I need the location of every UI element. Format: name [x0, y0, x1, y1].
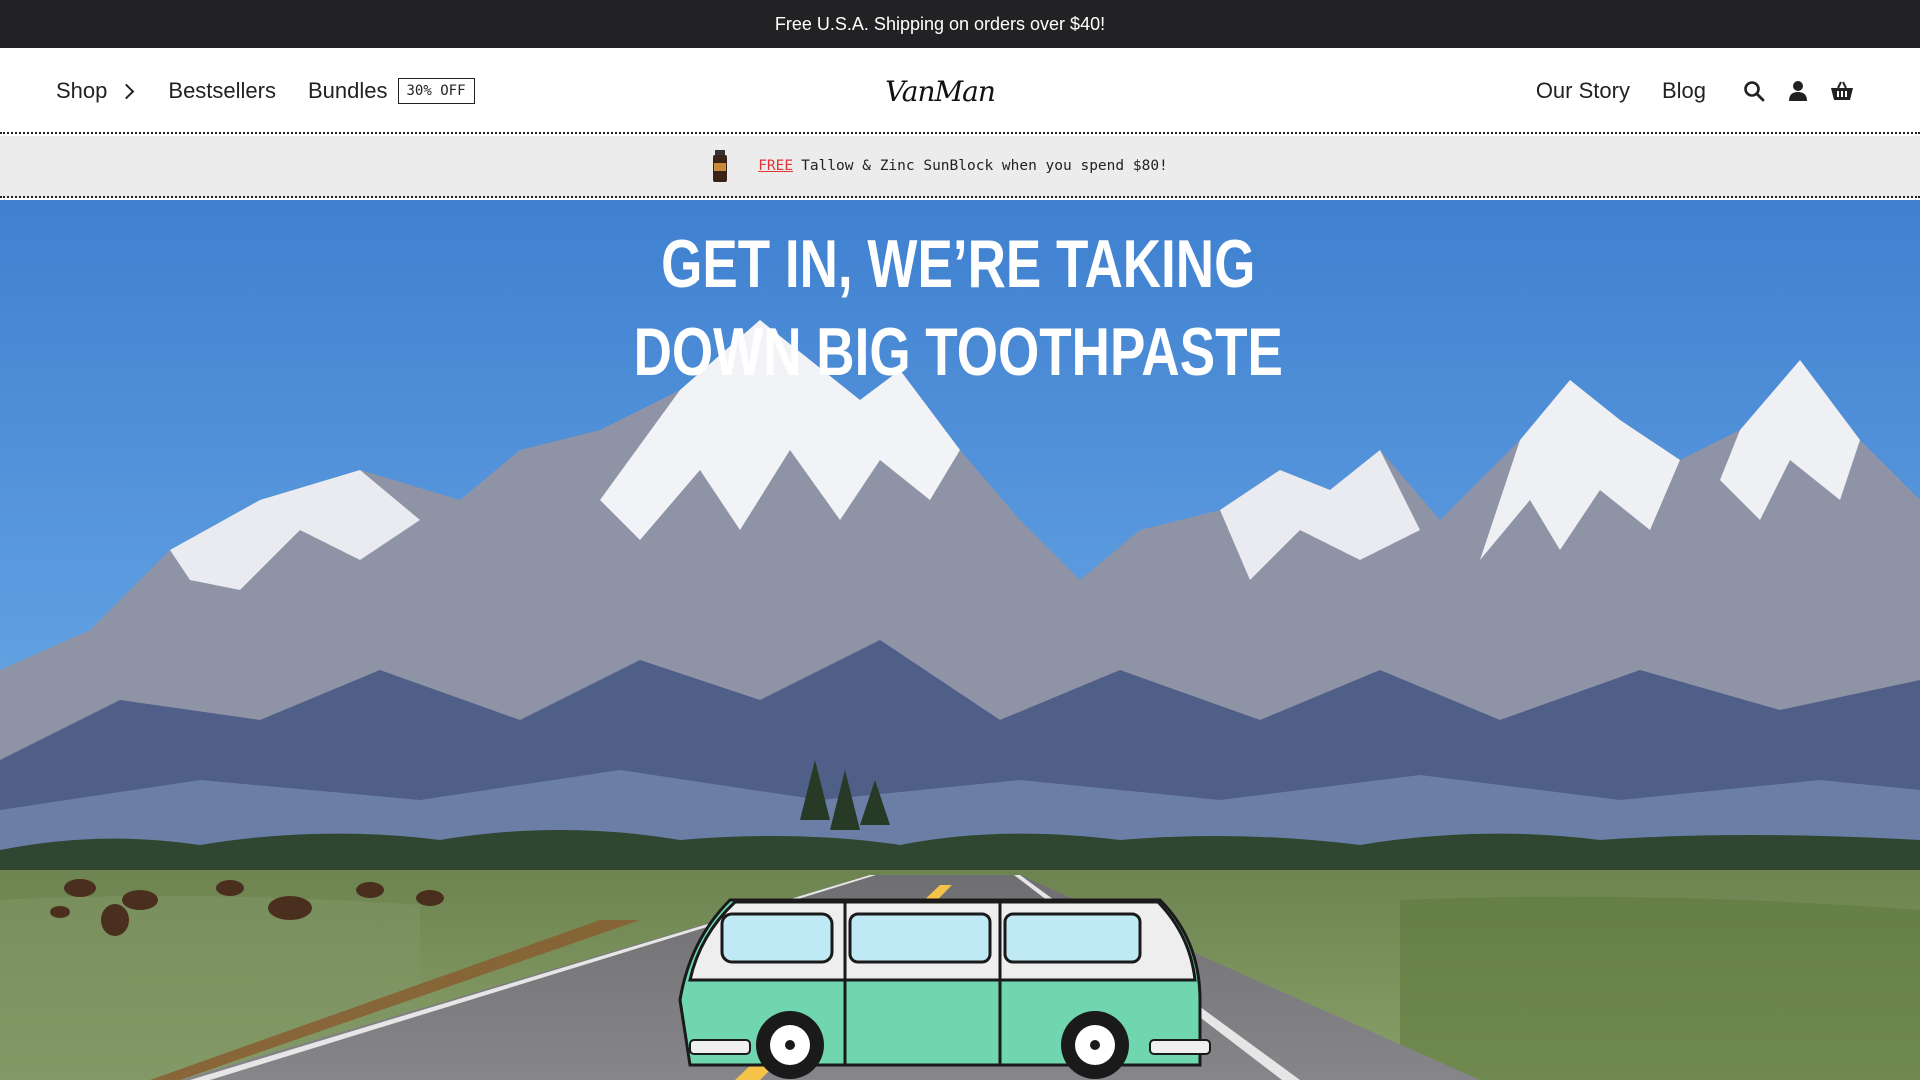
- promo-message: FREE Tallow & Zinc SunBlock when you spen…: [758, 158, 1168, 174]
- van-illustration: [678, 898, 1211, 1079]
- nav-blog[interactable]: Blog: [1662, 78, 1706, 104]
- nav-bundles[interactable]: Bundles: [308, 78, 388, 104]
- hero-headline-line-1: GET IN, WE’RE TAKING: [661, 226, 1256, 302]
- sunblock-product-thumbnail: [713, 150, 728, 182]
- account-icon[interactable]: [1784, 77, 1812, 105]
- brand-logo[interactable]: VanMan: [885, 75, 996, 108]
- promo-free-link[interactable]: FREE: [758, 158, 793, 174]
- nav-shop[interactable]: Shop: [56, 78, 136, 104]
- nav-shop-label: Shop: [56, 78, 108, 103]
- primary-nav: Shop Bestsellers Bundles 30% OFF: [56, 48, 475, 134]
- bundles-discount-badge: 30% OFF: [397, 78, 475, 104]
- promo-banner: FREE Tallow & Zinc SunBlock when you spen…: [0, 136, 1920, 198]
- secondary-nav: Our Story Blog: [1536, 48, 1856, 134]
- hero-headline: GET IN, WE’RE TAKING DOWN BIG TOOTHPASTE: [209, 220, 1707, 396]
- hero-banner: GET IN, WE’RE TAKING DOWN BIG TOOTHPASTE: [0, 200, 1920, 1080]
- hero-headline-line-2: DOWN BIG TOOTHPASTE: [633, 314, 1283, 390]
- site-header: Shop Bestsellers Bundles 30% OFF VanMan …: [0, 48, 1920, 134]
- search-icon[interactable]: [1740, 77, 1768, 105]
- nav-bestsellers[interactable]: Bestsellers: [168, 78, 276, 104]
- announcement-text: Free U.S.A. Shipping on orders over $40!: [774, 13, 1106, 34]
- chevron-right-icon: [119, 83, 135, 99]
- promo-text: Tallow & Zinc SunBlock when you spend $8…: [801, 158, 1168, 174]
- nav-our-story[interactable]: Our Story: [1536, 78, 1630, 104]
- announcement-bar: Free U.S.A. Shipping on orders over $40!: [0, 0, 1920, 48]
- cart-basket-icon[interactable]: [1828, 77, 1856, 105]
